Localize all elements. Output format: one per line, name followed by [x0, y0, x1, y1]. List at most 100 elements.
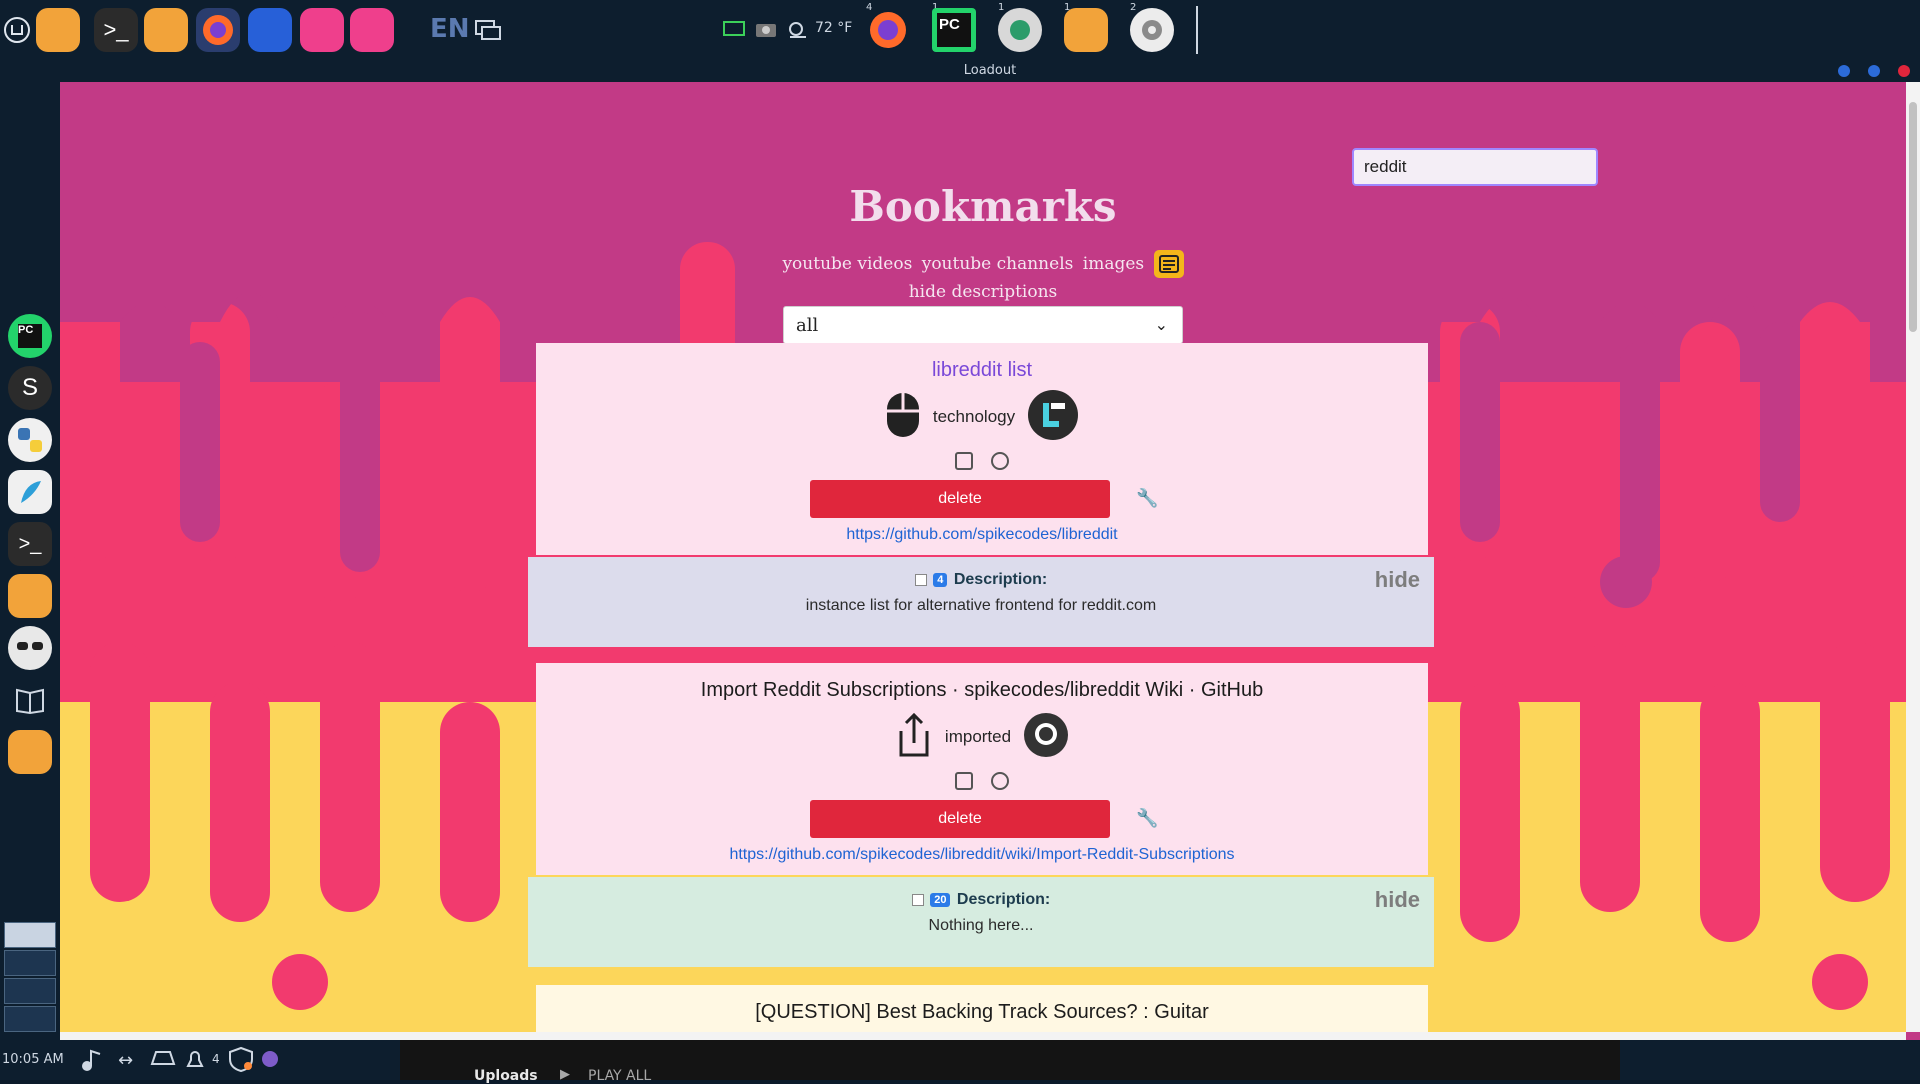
window-title: Loadout	[963, 63, 1017, 78]
window-titlebar[interactable]: Loadout	[60, 60, 1920, 82]
python-icon[interactable]	[8, 418, 52, 462]
music-note-icon[interactable]	[80, 1048, 102, 1076]
bottom-panel: 10:05 AM ↔ 4 Uploads ▶ PLAY ALL	[0, 1040, 1920, 1084]
clock[interactable]: 10:05 AM	[2, 1052, 64, 1067]
folder-icon[interactable]	[1064, 8, 1108, 52]
drive-icon[interactable]	[150, 1048, 176, 1074]
edit-wrench-icon[interactable]: 🔧	[1136, 808, 1158, 830]
bookmark-url[interactable]: https://github.com/spikecodes/libreddit/…	[536, 846, 1428, 864]
close-button[interactable]	[1898, 65, 1910, 77]
s-app-icon[interactable]: S	[8, 366, 52, 410]
clipboard-icon[interactable]	[955, 452, 973, 470]
minimize-button[interactable]	[1838, 65, 1850, 77]
folder-icon[interactable]	[144, 8, 188, 52]
feather-icon[interactable]	[8, 470, 52, 514]
terminal-icon[interactable]: >_	[8, 522, 52, 566]
left-dock: PC S >_	[0, 60, 60, 1050]
notification-icon[interactable]	[184, 1048, 206, 1074]
camera-icon[interactable]	[752, 8, 780, 52]
share-icon	[895, 711, 933, 764]
category-filter-select[interactable]: all ⌄	[783, 306, 1183, 344]
store-icon-2[interactable]	[350, 8, 394, 52]
description-count-badge: 20	[930, 892, 951, 907]
firefox-icon[interactable]	[866, 8, 910, 52]
nav-link-youtube-videos[interactable]: youtube videos	[782, 254, 912, 274]
window-count-badge: 1	[998, 2, 1005, 13]
app-icon[interactable]	[998, 8, 1042, 52]
description-checkbox[interactable]	[911, 893, 924, 906]
arrows-icon[interactable]: ↔	[118, 1050, 133, 1071]
book-icon[interactable]	[8, 678, 52, 722]
bookmark-title[interactable]: [QUESTION] Best Backing Track Sources? :…	[536, 1001, 1428, 1024]
filter-selected-value: all	[796, 315, 819, 336]
window-count-badge: 2	[1130, 2, 1137, 13]
description-checkbox[interactable]	[914, 573, 927, 586]
folder-icon[interactable]	[8, 730, 52, 774]
media-strip	[400, 1040, 1620, 1080]
status-icon[interactable]	[262, 1051, 278, 1067]
delete-button[interactable]: delete	[810, 480, 1110, 518]
top-panel: >_ EN 72 °F 4 1 PC 1 1 2	[0, 0, 1920, 60]
delete-button[interactable]: delete	[810, 800, 1110, 838]
maximize-button[interactable]	[1868, 65, 1880, 77]
nav-links: youtube videos youtube channels images	[60, 250, 1906, 278]
download-icon[interactable]	[248, 8, 292, 52]
bookmark-category: technology	[932, 407, 1016, 426]
store-icon[interactable]	[300, 8, 344, 52]
firefox-icon[interactable]	[196, 8, 240, 52]
description-text: Nothing here...	[928, 917, 1034, 934]
weather-temp[interactable]: 72 °F	[815, 20, 852, 36]
keyboard-layout[interactable]: EN	[430, 14, 470, 44]
panel-separator	[1196, 6, 1198, 54]
shield-icon[interactable]	[228, 1046, 254, 1076]
workspace-3[interactable]	[4, 978, 56, 1004]
workspace-2[interactable]	[4, 950, 56, 976]
mouse-icon	[885, 391, 921, 444]
workspace-1[interactable]	[4, 922, 56, 948]
description-panel: 20 Description: Nothing here... hide	[528, 877, 1434, 967]
bookmark-card: libreddit list technology delete 🔧 https…	[536, 343, 1428, 555]
hide-description-button[interactable]: hide	[1375, 567, 1420, 593]
settings-icon[interactable]	[1130, 8, 1174, 52]
bookmark-card: [QUESTION] Best Backing Track Sources? :…	[536, 985, 1428, 1032]
nav-link-youtube-channels[interactable]: youtube channels	[922, 254, 1074, 274]
description-text: instance list for alternative frontend f…	[805, 597, 1157, 614]
app-window: Loadout reddit Bookmarks youtube videos …	[60, 60, 1920, 1050]
edit-wrench-icon[interactable]: 🔧	[1136, 488, 1158, 510]
page-content: Bookmarks youtube videos youtube channel…	[60, 82, 1906, 1032]
bookmark-title[interactable]: libreddit list	[536, 359, 1428, 382]
bookmark-title[interactable]: Import Reddit Subscriptions · spikecodes…	[536, 679, 1428, 702]
bookmark-url[interactable]: https://github.com/spikecodes/libreddit	[536, 526, 1428, 544]
globe-icon[interactable]	[991, 772, 1009, 790]
chevron-down-icon: ⌄	[1154, 315, 1168, 334]
terminal-icon[interactable]: >_	[94, 8, 138, 52]
tray-count: 4	[212, 1052, 220, 1066]
description-label: Description:	[956, 891, 1051, 908]
uploads-tab[interactable]: Uploads	[474, 1068, 538, 1084]
github-logo-icon	[1023, 712, 1069, 763]
list-view-button[interactable]	[1153, 250, 1184, 278]
description-panel: 4 Description: instance list for alterna…	[528, 557, 1434, 647]
pycharm-icon[interactable]: PC	[8, 314, 52, 358]
nav-link-images[interactable]: images	[1083, 254, 1144, 274]
play-all-button[interactable]: PLAY ALL	[588, 1068, 651, 1084]
hide-description-button[interactable]: hide	[1375, 887, 1420, 913]
workspace-4[interactable]	[4, 1006, 56, 1032]
globe-icon[interactable]	[991, 452, 1009, 470]
libreddit-logo-icon	[1027, 389, 1079, 446]
monitor-icon[interactable]	[720, 8, 748, 52]
description-label: Description:	[953, 571, 1048, 588]
menu-icon[interactable]	[2, 8, 32, 52]
folder-icon[interactable]	[8, 574, 52, 618]
hide-descriptions-link[interactable]: hide descriptions	[60, 282, 1906, 302]
sunglasses-icon[interactable]	[8, 626, 52, 670]
search-input[interactable]	[1352, 148, 1598, 186]
scrollbar-thumb[interactable]	[1909, 102, 1917, 332]
weather-icon	[782, 8, 814, 52]
files-icon[interactable]	[36, 8, 80, 52]
clipboard-icon[interactable]	[955, 772, 973, 790]
window-switch-icon[interactable]	[472, 8, 504, 52]
page-title: Bookmarks	[849, 182, 1117, 231]
pycharm-icon[interactable]: PC	[932, 8, 976, 52]
vertical-scrollbar[interactable]	[1906, 82, 1920, 1032]
